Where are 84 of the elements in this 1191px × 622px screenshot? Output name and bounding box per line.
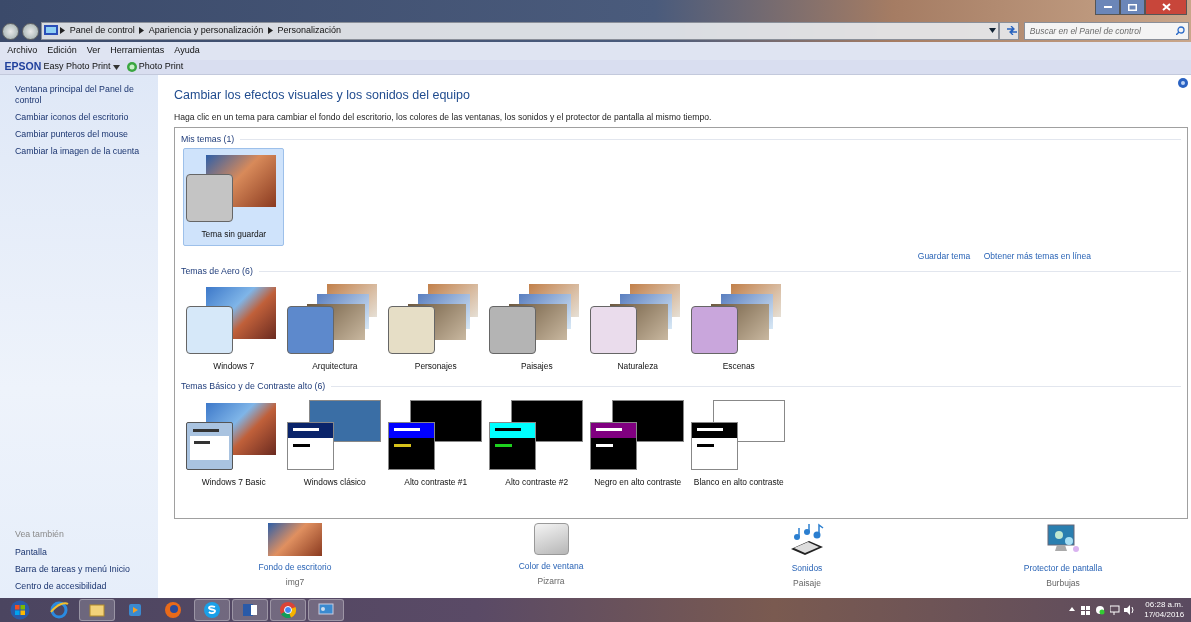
setting-value: Burbujas [1045,576,1081,590]
theme-tile[interactable]: Alto contraste #1 [385,395,487,494]
circle-icon [126,62,137,72]
forward-button[interactable] [21,22,39,40]
taskbar-button[interactable] [193,599,230,621]
theme-tile[interactable]: Blanco en alto contraste [688,395,790,494]
menu-item[interactable]: Archivo [2,44,43,58]
link[interactable]: Obtener más temas en línea [983,249,1091,263]
setting-link[interactable]: Sonidos [727,561,887,575]
close-icon [1161,3,1171,11]
network-icon [1109,605,1120,615]
dropdown-icon [989,28,996,34]
refresh-icon [1006,26,1019,36]
link[interactable]: Guardar tema [917,249,971,263]
setting-link[interactable]: Fondo de escritorio [215,560,375,574]
setting-value: img7 [284,575,306,589]
breadcrumb-item[interactable]: Panel de control [69,24,135,38]
theme-tile[interactable]: Negro en alto contraste [587,395,689,494]
app-dropdown[interactable]: Easy Photo Print [43,60,120,74]
caret-icon [112,64,120,70]
chevron-icon [60,27,66,35]
menu-item[interactable]: Ver [81,44,106,58]
group-title: Mis temas (1) [181,132,235,146]
theme-tile[interactable]: Windows 7 Basic [183,395,285,494]
minimize-button[interactable] [1095,0,1120,15]
control-panel-icon [44,25,58,37]
chevron-icon [267,27,273,35]
refresh-button[interactable] [999,21,1020,40]
sidebar-link[interactable]: Barra de tareas y menú Inicio [15,564,150,575]
group-title: Temas de Aero (6) [181,264,253,278]
sidebar-link[interactable]: Ventana principal del Panel de control [15,84,150,106]
round-logo-icon [278,600,298,620]
menu-item[interactable]: Edición [42,44,82,58]
theme-tile[interactable]: Alto contraste #2 [486,395,588,494]
back-button[interactable] [2,22,20,40]
chevron-icon [139,27,145,35]
address-bar[interactable]: Panel de control Apariencia y personalización Personalización [40,21,1000,40]
minimize-icon [1103,6,1112,8]
theme-tile[interactable]: Personajes [385,280,487,378]
section-title: Vea también [15,527,65,541]
taskbar-button[interactable] [231,599,268,621]
breadcrumb-item[interactable]: Personalización [277,24,341,38]
page-heading: Cambiar los efectos visuales y los sonidos del equipo [174,87,471,104]
setting-value: Paisaje [792,576,822,590]
brand-logo: EPSON [4,59,42,75]
chat-bubble-icon [201,600,222,620]
clock[interactable]: 06:28 a.m. 17/04/2016 [1144,600,1185,620]
theme-tile[interactable]: Windows clásico [284,395,386,494]
photo-print-button[interactable]: Photo Print [122,60,189,74]
color-swatch [533,523,569,556]
maximize-icon [1128,3,1137,11]
clock-date: 17/04/2016 [1144,610,1185,620]
search-icon [1175,26,1185,36]
breadcrumb-item[interactable]: Apariencia y personalización [148,24,264,38]
photo-placeholder [268,523,322,557]
theme-tile[interactable]: Arquitectura [284,280,386,378]
close-button[interactable] [1145,0,1187,15]
taskbar-button[interactable] [78,599,115,621]
search-field[interactable]: Buscar en el Panel de control [1023,21,1189,40]
speaker-icon [1124,605,1136,615]
maximize-button[interactable] [1120,0,1145,15]
sidebar-link[interactable]: Pantalla [15,547,150,558]
description-text: Haga clic en un tema para cambiar el fondo del escritorio, los colores de las ventanas, los sonidos y el protector de pantalla al mismo tiempo. [174,110,713,124]
help-icon [1178,78,1188,88]
windows-logo-icon [10,600,31,620]
menu-item[interactable]: Ayuda [169,44,205,58]
sidebar-link[interactable]: Cambiar iconos del escritorio [15,112,150,123]
menu-item[interactable]: Herramientas [105,44,170,58]
sidebar-link[interactable]: Centro de accesibilidad [15,581,150,592]
setting-value: Pizarra [536,574,566,588]
music-keyboard-icon [789,523,825,558]
sidebar-link[interactable]: Cambiar punteros del mouse [15,129,150,140]
theme-tile[interactable]: Windows 7 [183,280,285,378]
globe-icon [48,600,69,620]
theme-tile[interactable]: Tema sin guardar [183,148,285,246]
setting-link[interactable]: Protector de pantalla [983,561,1143,575]
group-title: Temas Básico y de Contraste alto (6) [181,380,326,394]
theme-tile[interactable]: Escenas [688,280,790,378]
theme-tile[interactable]: Paisajes [486,280,588,378]
clock-time: 06:28 a.m. [1144,600,1185,610]
sidebar-link[interactable]: Cambiar la imagen de la cuenta [15,146,150,157]
taskbar-button[interactable] [308,599,345,621]
theme-tile[interactable]: Naturaleza [587,280,689,378]
setting-link[interactable]: Color de ventana [471,559,631,573]
